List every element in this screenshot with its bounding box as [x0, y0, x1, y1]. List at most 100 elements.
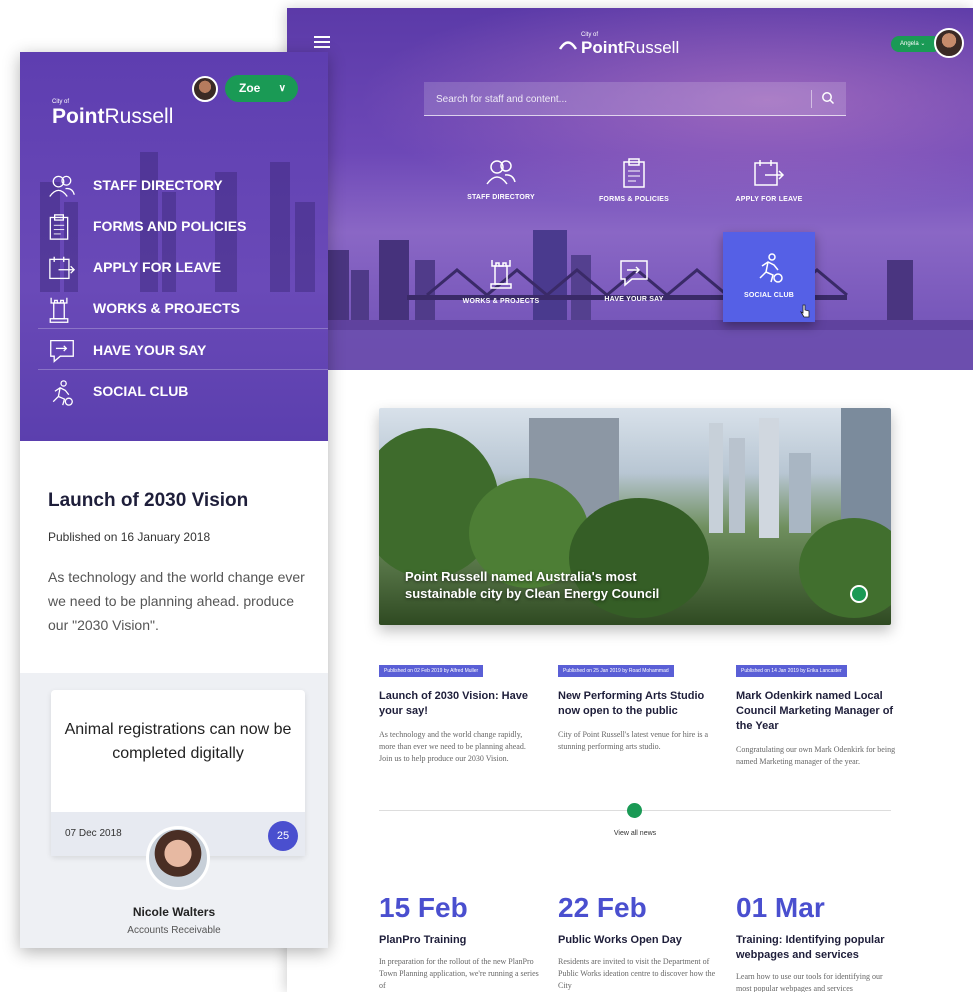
person-role: Accounts Receivable — [127, 925, 221, 936]
nav-item-have-your-say[interactable]: HAVE YOUR SAY — [38, 328, 328, 369]
search-icon[interactable] — [821, 91, 835, 105]
mobile-hero: City of PointRussell Zoe ∨ STAFF DIRECTOR… — [20, 52, 328, 441]
nav-item-staff-directory[interactable]: STAFF DIRECTORY — [38, 164, 328, 205]
hero-banner: City of PointRussell Angela ⌄ STAFF DIRE… — [287, 8, 973, 370]
article-title[interactable]: Launch of 2030 Vision — [48, 490, 248, 512]
people-icon — [49, 175, 75, 197]
clipboard-icon — [49, 214, 69, 240]
event-summary: Learn how to use our tools for identifyi… — [736, 972, 883, 992]
tower-icon — [49, 297, 69, 323]
event-summary: Residents are invited to visit the Depar… — [558, 957, 716, 990]
mobile-window: City of PointRussell Zoe ∨ STAFF DIRECTOR… — [20, 52, 328, 948]
nav-label: STAFF DIRECTORY — [93, 177, 223, 193]
nav-label: SOCIAL CLUB — [93, 383, 189, 399]
article-body: As technology and the world change ever … — [48, 569, 305, 633]
speech-bubble-icon — [620, 260, 648, 287]
avatar[interactable] — [934, 28, 964, 58]
calendar-arrow-icon — [49, 256, 76, 280]
nav-item-apply-for-leave[interactable]: APPLY FOR LEAVE — [38, 246, 328, 287]
news-summary: City of Point Russell's latest venue for… — [558, 730, 709, 751]
tile-staff-directory[interactable]: STAFF DIRECTORY — [455, 138, 547, 228]
event-date: 01 Mar — [736, 892, 825, 923]
hamburger-menu-button[interactable] — [314, 36, 330, 51]
tile-label: STAFF DIRECTORY — [467, 194, 535, 201]
nav-item-social-club[interactable]: SOCIAL CLUB — [38, 369, 328, 410]
view-all-news-button[interactable] — [627, 803, 642, 818]
news-summary: Congratulating our own Mark Odenkirk for… — [736, 745, 896, 766]
news-meta: Published on 02 Feb 2019 by Alfred Mulle… — [379, 665, 484, 677]
view-all-news-link[interactable]: View all news — [587, 830, 683, 837]
article-published: Published on 16 January 2018 — [48, 530, 211, 544]
news-item[interactable]: Published on 02 Feb 2019 by Alfred Mulle… — [379, 659, 539, 765]
news-summary: As technology and the world change rapid… — [379, 730, 526, 763]
search-bar — [424, 82, 846, 116]
pointer-cursor-icon — [800, 304, 810, 318]
news-item[interactable]: Published on 14 Jan 2019 by Erika Lancas… — [736, 659, 896, 768]
building-shape — [759, 418, 779, 538]
event-title[interactable]: Training: Identifying popular webpages a… — [736, 933, 896, 963]
tile-label: SOCIAL CLUB — [744, 292, 794, 299]
user-menu-button[interactable]: Zoe ∨ — [225, 75, 298, 102]
nav-label: WORKS & PROJECTS — [93, 300, 241, 316]
next-arrow-button[interactable] — [850, 585, 868, 603]
speech-bubble-icon — [50, 339, 74, 363]
person-name[interactable]: Nicole Walters — [20, 905, 328, 919]
arch-icon — [559, 41, 577, 50]
building-shape — [789, 453, 811, 533]
person-avatar — [146, 826, 210, 890]
news-item[interactable]: Published on 25 Jan 2019 by Road Mohamma… — [558, 659, 718, 753]
clipboard-icon — [623, 158, 645, 188]
logo-name: PointRussell — [581, 38, 680, 57]
tile-label: FORMS & POLICIES — [598, 196, 670, 203]
card-date: 07 Dec 2018 — [65, 828, 122, 839]
tile-have-your-say[interactable]: HAVE YOUR SAY — [588, 238, 680, 328]
tile-label: HAVE YOUR SAY — [604, 296, 664, 303]
desktop-window: City of PointRussell Angela ⌄ STAFF DIRE… — [287, 8, 973, 992]
card-headline: Animal registrations can now be complete… — [64, 721, 292, 762]
news-title[interactable]: Launch of 2030 Vision: Have your say! — [379, 689, 539, 719]
news-meta: Published on 25 Jan 2019 by Road Mohamma… — [558, 665, 674, 677]
nav-label: FORMS AND POLICIES — [93, 218, 247, 234]
event-summary: In preparation for the rollout of the ne… — [379, 957, 539, 990]
tile-apply-for-leave[interactable]: APPLY FOR LEAVE — [723, 138, 815, 228]
featured-news-title: Point Russell named Australia's most sus… — [405, 569, 660, 601]
chevron-down-icon: ⌄ — [920, 41, 926, 47]
event-date: 22 Feb — [558, 892, 647, 923]
building-shape — [729, 438, 745, 533]
runner-icon — [52, 380, 73, 406]
tree-shape — [799, 518, 891, 618]
avatar[interactable] — [192, 76, 218, 102]
nav-item-works-projects[interactable]: WORKS & PROJECTS — [38, 287, 328, 328]
tower-icon — [490, 260, 512, 289]
comment-count-badge[interactable]: 25 — [268, 821, 298, 851]
featured-news-card[interactable]: Point Russell named Australia's most sus… — [379, 408, 891, 625]
building-shape — [709, 423, 723, 533]
runner-icon — [759, 253, 783, 283]
nav-label: HAVE YOUR SAY — [93, 342, 207, 358]
tile-forms-policies[interactable]: FORMS & POLICIES — [588, 138, 680, 228]
nav-label: APPLY FOR LEAVE — [93, 259, 222, 275]
news-title[interactable]: New Performing Arts Studio now open to t… — [558, 689, 718, 719]
event-date: 15 Feb — [379, 892, 468, 923]
site-logo[interactable]: City of PointRussell — [52, 99, 173, 129]
event-title[interactable]: Public Works Open Day — [558, 933, 718, 948]
people-icon — [486, 160, 516, 185]
calendar-arrow-icon — [754, 160, 785, 186]
event-item[interactable]: 01 Mar Training: Identifying popular web… — [736, 892, 896, 992]
logo-name: PointRussell — [52, 105, 174, 128]
chevron-down-icon: ∨ — [278, 83, 286, 94]
news-title[interactable]: Mark Odenkirk named Local Council Market… — [736, 689, 896, 734]
user-name: Zoe — [239, 81, 261, 95]
event-item[interactable]: 22 Feb Public Works Open Day Residents a… — [558, 892, 718, 992]
tile-works-projects[interactable]: WORKS & PROJECTS — [455, 238, 547, 328]
mobile-article[interactable]: Launch of 2030 Vision Published on 16 Ja… — [20, 441, 328, 673]
search-input[interactable] — [424, 82, 804, 116]
tile-label: APPLY FOR LEAVE — [735, 196, 803, 203]
event-title[interactable]: PlanPro Training — [379, 933, 539, 948]
news-meta: Published on 14 Jan 2019 by Erika Lancas… — [736, 665, 847, 677]
event-item[interactable]: 15 Feb PlanPro Training In preparation f… — [379, 892, 539, 992]
nav-item-forms-and-policies[interactable]: FORMS AND POLICIES — [38, 205, 328, 246]
search-separator — [811, 90, 812, 108]
user-name: Angela — [900, 41, 919, 47]
site-logo[interactable]: City of PointRussell — [559, 32, 680, 58]
